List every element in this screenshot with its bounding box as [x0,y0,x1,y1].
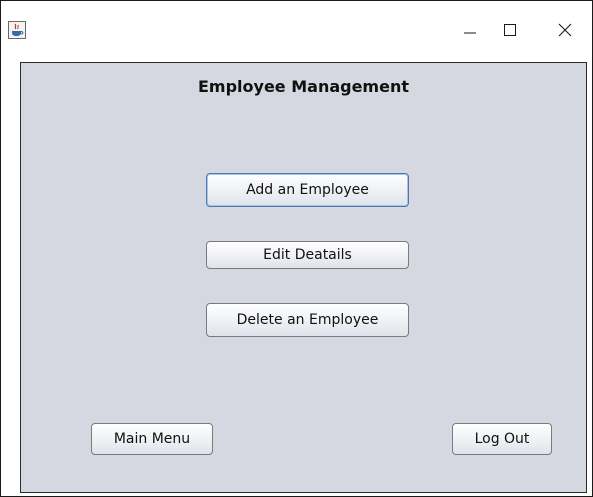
delete-employee-button[interactable]: Delete an Employee [206,303,409,337]
maximize-button[interactable] [487,13,533,47]
minimize-icon [464,32,476,34]
close-button[interactable] [542,13,588,47]
main-menu-button[interactable]: Main Menu [91,423,213,455]
java-app-icon [8,21,26,39]
add-employee-button[interactable]: Add an Employee [206,173,409,207]
log-out-button[interactable]: Log Out [452,423,552,455]
maximize-icon [504,24,516,36]
app-window: Employee Management Add an Employee Edit… [0,0,593,497]
employee-management-panel: Employee Management Add an Employee Edit… [20,62,587,493]
page-title: Employee Management [197,77,409,96]
title-bar[interactable] [1,1,592,59]
close-icon [558,23,572,37]
edit-details-button[interactable]: Edit Deatails [206,241,409,269]
